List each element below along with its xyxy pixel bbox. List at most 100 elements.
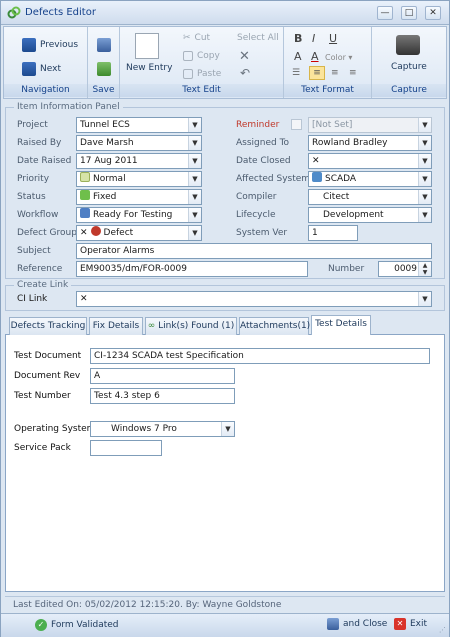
maximize-button[interactable]: □ — [401, 6, 417, 20]
minimize-button[interactable]: — — [377, 6, 393, 20]
new-entry-button[interactable]: New Entry — [126, 63, 172, 73]
document-rev-input[interactable]: A — [90, 368, 235, 384]
chevron-down-icon[interactable]: ▼ — [418, 208, 431, 222]
chevron-down-icon[interactable]: ▼ — [418, 172, 431, 186]
chevron-down-icon[interactable]: ▼ — [418, 136, 431, 150]
compiler-value: Citect — [323, 192, 350, 202]
close-button[interactable]: ✕ — [425, 6, 441, 20]
italic-button[interactable]: I — [312, 32, 315, 45]
project-dropdown[interactable]: Tunnel ECS ▼ — [76, 117, 202, 133]
bullets-icon[interactable]: ☰ — [292, 68, 300, 78]
clear-icon[interactable]: ✕ — [80, 292, 88, 306]
reminder-checkbox[interactable] — [291, 119, 302, 130]
chevron-down-icon[interactable]: ▼ — [418, 118, 431, 132]
stepper-arrows-icon[interactable]: ▲ ▼ — [418, 262, 431, 276]
copy-button[interactable]: Copy — [183, 51, 220, 61]
compiler-dropdown[interactable]: Citect ▼ — [308, 189, 432, 205]
reminder-label: Reminder — [236, 120, 280, 130]
capture-button[interactable]: Capture — [391, 62, 427, 72]
underline-button[interactable]: U — [329, 32, 337, 45]
document-rev-label: Document Rev — [14, 371, 81, 381]
chevron-down-icon[interactable]: ▼ — [188, 118, 201, 132]
chevron-down-icon[interactable]: ▼ — [188, 226, 201, 240]
resize-grip-icon[interactable]: ⋰ — [439, 626, 446, 634]
exit-label: Exit — [410, 619, 428, 629]
test-number-input[interactable]: Test 4.3 step 6 — [90, 388, 235, 404]
copy-label: Copy — [197, 51, 220, 61]
system-ver-input[interactable]: 1 — [308, 225, 358, 241]
bold-button[interactable]: B — [294, 32, 302, 45]
tab-defects-tracking[interactable]: Defects Tracking — [9, 317, 87, 335]
operating-system-value: Windows 7 Pro — [111, 424, 177, 434]
subject-label: Subject — [17, 246, 51, 256]
priority-label: Priority — [17, 174, 50, 184]
chevron-down-icon[interactable]: ▼ — [188, 172, 201, 186]
tab-fix-details[interactable]: Fix Details — [89, 317, 143, 335]
service-pack-input[interactable] — [90, 440, 162, 456]
ci-link-dropdown[interactable]: ✕ ▼ — [76, 291, 432, 307]
color-dropdown[interactable]: Color ▾ — [325, 53, 352, 62]
affected-system-dropdown[interactable]: SCADA ▼ — [308, 171, 432, 187]
save-and-close-button[interactable]: and Close — [327, 618, 387, 630]
lifecycle-value: Development — [323, 210, 384, 220]
cut-button[interactable]: ✂ Cut — [183, 33, 210, 43]
chevron-down-icon[interactable]: ▼ — [418, 190, 431, 204]
defect-group-dropdown[interactable]: ✕ Defect ▼ — [76, 225, 202, 241]
save-new-icon[interactable] — [97, 62, 111, 76]
chevron-down-icon[interactable]: ▼ — [188, 208, 201, 222]
status-bar: ✓ Form Validated and Close ✕ Exit ⋰ — [1, 613, 449, 637]
chevron-down-icon[interactable]: ▼ — [188, 154, 201, 168]
text-edit-group: New Entry ✂ Cut Copy Paste Select All ✕ ↶… — [120, 27, 284, 98]
priority-dropdown[interactable]: Normal ▼ — [76, 171, 202, 187]
date-raised-picker[interactable]: 17 Aug 2011 ▼ — [76, 153, 202, 169]
align-right-icon[interactable]: ≡ — [349, 68, 357, 78]
align-center-icon[interactable]: ≡ — [331, 68, 339, 78]
ci-link-label: CI Link — [17, 294, 48, 304]
chevron-down-icon[interactable]: ▼ — [418, 154, 431, 168]
workflow-dropdown[interactable]: Ready For Testing ▼ — [76, 207, 202, 223]
tab-test-details[interactable]: Test Details — [311, 315, 371, 336]
chevron-down-icon[interactable]: ▼ — [188, 136, 201, 150]
date-closed-picker[interactable]: ✕ ▼ — [308, 153, 432, 169]
chevron-down-icon[interactable]: ▼ — [188, 190, 201, 204]
lifecycle-dropdown[interactable]: Development ▼ — [308, 207, 432, 223]
bug-icon — [90, 226, 101, 236]
operating-system-label: Operating System — [14, 424, 96, 434]
clear-icon[interactable]: ✕ — [80, 226, 88, 240]
paste-button[interactable]: Paste — [183, 69, 221, 79]
select-all-button[interactable]: Select All — [237, 33, 279, 43]
next-button[interactable]: Next — [22, 62, 61, 76]
tab-attachments[interactable]: Attachments(1) — [239, 317, 310, 335]
workflow-label: Workflow — [17, 210, 59, 220]
assigned-to-dropdown[interactable]: Rowland Bradley ▼ — [308, 135, 432, 151]
align-left-icon[interactable]: ≡ — [309, 66, 325, 80]
exit-button[interactable]: ✕ Exit — [394, 618, 427, 630]
test-document-input[interactable]: CI-1234 SCADA test Specification — [90, 348, 430, 364]
new-entry-icon[interactable] — [135, 33, 159, 59]
last-edited-text: Last Edited On: 05/02/2012 12:15:20. By:… — [5, 596, 445, 612]
project-label: Project — [17, 120, 48, 130]
undo-icon[interactable]: ↶ — [240, 66, 250, 80]
save-icon[interactable] — [97, 38, 111, 52]
subject-input[interactable]: Operator Alarms — [76, 243, 432, 259]
clear-icon[interactable]: ✕ — [312, 154, 320, 168]
raised-by-dropdown[interactable]: Dave Marsh ▼ — [76, 135, 202, 151]
chevron-down-icon[interactable]: ▼ — [221, 422, 234, 436]
status-dropdown[interactable]: Fixed ▼ — [76, 189, 202, 205]
reminder-dropdown[interactable]: [Not Set] ▼ — [308, 117, 432, 133]
previous-button[interactable]: Previous — [22, 38, 78, 52]
camera-icon[interactable] — [396, 35, 420, 55]
status-value: Fixed — [93, 192, 117, 202]
font-color-button[interactable]: A — [311, 50, 319, 63]
reference-input[interactable]: EM90035/dm/FOR-0009 — [76, 261, 308, 277]
raised-by-label: Raised By — [17, 138, 62, 148]
navigation-group: Previous Next Navigation — [4, 27, 88, 98]
next-icon — [22, 62, 36, 76]
tab-links-found[interactable]: ∞ Link(s) Found (1) — [145, 317, 237, 335]
number-stepper[interactable]: 0009 ▲ ▼ — [378, 261, 432, 277]
workflow-value: Ready For Testing — [93, 210, 173, 220]
chevron-down-icon[interactable]: ▼ — [418, 292, 431, 306]
grow-font-button[interactable]: A — [294, 50, 302, 63]
operating-system-dropdown[interactable]: Windows 7 Pro ▼ — [90, 421, 235, 437]
delete-icon[interactable]: ✕ — [239, 49, 250, 64]
